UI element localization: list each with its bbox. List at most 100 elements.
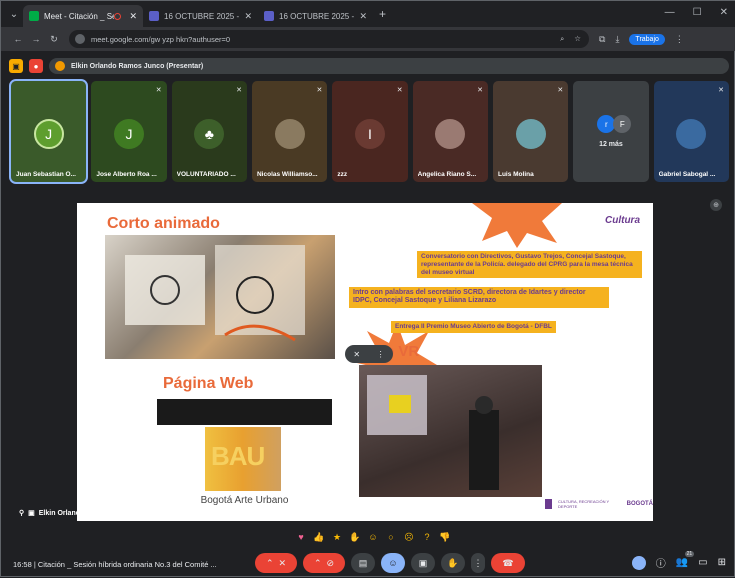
bookmark-star-icon[interactable]: ☆ bbox=[574, 34, 581, 44]
menu-dots-icon[interactable]: ⋮ bbox=[675, 34, 684, 45]
chat-icon[interactable]: ▭ bbox=[698, 557, 707, 568]
close-window-icon[interactable]: ✕ bbox=[720, 7, 728, 18]
pin-icon[interactable]: ⊕ bbox=[710, 199, 722, 211]
presenter-avatar bbox=[55, 61, 65, 71]
sad-reaction-icon[interactable]: ☹ bbox=[403, 531, 415, 543]
slide-title-pagina: Página Web bbox=[163, 375, 254, 392]
footer-logo-text: CULTURA, RECREACIÓN Y DEPORTE bbox=[558, 499, 610, 509]
tab-label: 16 OCTUBRE 2025 - 3ERA REUI bbox=[164, 11, 240, 21]
people-button[interactable]: 👥 21 bbox=[676, 551, 695, 568]
recording-icon bbox=[114, 12, 122, 20]
info-icon[interactable]: ⓘ bbox=[656, 555, 666, 570]
activities-icon[interactable]: ⊞ bbox=[718, 557, 726, 568]
tab-doc-1[interactable]: 16 OCTUBRE 2025 - 3ERA REUI ✕ bbox=[143, 5, 258, 27]
meeting-info: 16:58 | Citación _ Sesión híbrida ordina… bbox=[13, 559, 217, 569]
thumbs-down-reaction-icon[interactable]: 👎 bbox=[439, 531, 451, 543]
record-icon[interactable]: ● bbox=[29, 59, 43, 73]
forward-icon[interactable]: → bbox=[27, 34, 45, 44]
close-tab-icon[interactable]: ✕ bbox=[244, 11, 252, 22]
slide-text-box: Entrega II Premio Museo Abierto de Bogot… bbox=[391, 321, 556, 333]
participant-tile[interactable]: ✕ J Jose Alberto Roa ... bbox=[91, 81, 167, 182]
present-button[interactable]: ▣ bbox=[411, 553, 435, 573]
shared-slide: Corto animado Conversatorio con Directiv… bbox=[77, 203, 653, 521]
participant-tile[interactable]: ✕ ♣ VOLUNTARIADO ... bbox=[171, 81, 247, 182]
avatar-photo bbox=[676, 119, 707, 149]
more-icon[interactable]: ⋮ bbox=[377, 350, 385, 359]
presentation-icon[interactable]: ▣ bbox=[9, 59, 23, 73]
raise-hand-button[interactable]: ✋ bbox=[441, 553, 465, 573]
chevron-up-icon[interactable]: ⌃ bbox=[314, 558, 322, 569]
tab-label: 16 OCTUBRE 2025 - 3ERA REUI bbox=[279, 11, 355, 21]
close-tab-icon[interactable]: ✕ bbox=[129, 11, 137, 22]
bogota-shield-icon bbox=[545, 499, 553, 509]
participant-tile[interactable]: ✕ Angelica Riano S... bbox=[412, 81, 488, 182]
vr-room-illustration bbox=[367, 375, 499, 490]
browser-toolbar: ← → ↻ meet.google.com/gw yzp hkn?authuse… bbox=[1, 27, 735, 51]
thinking-reaction-icon[interactable]: ? bbox=[421, 531, 433, 543]
download-icon[interactable]: ⤓ bbox=[615, 34, 619, 45]
side-panel-controls: ⓘ 👥 21 ▭ ⊞ bbox=[631, 551, 726, 570]
participant-tile[interactable]: ✕ I zzz bbox=[332, 81, 408, 182]
address-bar[interactable]: meet.google.com/gw yzp hkn?authuser=0 ⌕ … bbox=[69, 30, 589, 48]
surprise-reaction-icon[interactable]: ○ bbox=[385, 531, 397, 543]
close-tab-icon[interactable]: ✕ bbox=[359, 11, 367, 22]
presenter-controls-overlay[interactable]: ✕ ⋮ bbox=[345, 345, 393, 363]
maximize-icon[interactable]: ☐ bbox=[693, 7, 702, 18]
avatar: J bbox=[33, 119, 64, 149]
emoji-button[interactable]: ☺ bbox=[381, 553, 405, 573]
mic-off-icon: ✕ bbox=[477, 87, 483, 94]
extensions-icon[interactable]: ⧉ bbox=[599, 34, 605, 45]
vr-photo bbox=[359, 365, 542, 497]
bau-text: BAU bbox=[211, 441, 265, 471]
participant-tile[interactable]: ✕ Luis Molina bbox=[492, 81, 569, 182]
slide-title-corto: Corto animado bbox=[107, 215, 220, 232]
tab-bar: ⌄ Meet - Citación _ Sesión híb ✕ 16 OCTU… bbox=[1, 1, 735, 27]
captions-button[interactable]: ▤ bbox=[351, 553, 375, 573]
footer-logo-text: BOGOTÁ bbox=[626, 501, 653, 507]
doc-favicon-icon bbox=[264, 11, 274, 21]
translate-icon[interactable]: ⌕ bbox=[560, 34, 564, 44]
mic-off-icon[interactable]: ✕ bbox=[353, 350, 360, 359]
pin-icon: ⚲ bbox=[19, 510, 25, 517]
mic-off-icon: ✕ bbox=[278, 557, 287, 568]
participant-strip: J Juan Sebastian O... ✕ J Jose Alberto R… bbox=[8, 79, 729, 184]
screen-share-icon: ▣ bbox=[28, 510, 35, 517]
mic-toggle-button[interactable]: ⌃ ✕ bbox=[255, 553, 297, 573]
tab-doc-2[interactable]: 16 OCTUBRE 2025 - 3ERA REUI ✕ bbox=[258, 5, 373, 27]
participant-tile[interactable]: ✕ Gabriel Sabogal ... bbox=[653, 81, 729, 182]
leave-call-button[interactable]: ☎ bbox=[491, 553, 525, 573]
chevron-up-icon[interactable]: ⌃ bbox=[266, 558, 274, 569]
profile-button[interactable]: Trabajo bbox=[629, 33, 665, 45]
back-icon[interactable]: ← bbox=[9, 34, 27, 44]
party-reaction-icon[interactable]: ★ bbox=[331, 531, 343, 543]
participant-name: Nicolas Williamso... bbox=[256, 171, 318, 178]
gemini-icon[interactable] bbox=[631, 555, 646, 570]
people-count-badge: 21 bbox=[684, 551, 695, 557]
participant-tile[interactable]: ✕ Nicolas Williamso... bbox=[251, 81, 328, 182]
presenter-caption: ⚲ ▣ Elkin Orlando Ramos Junco bbox=[19, 509, 132, 518]
new-tab-icon[interactable]: + bbox=[379, 7, 386, 21]
thumbs-up-reaction-icon[interactable]: 👍 bbox=[313, 531, 325, 543]
tab-meet[interactable]: Meet - Citación _ Sesión híb ✕ bbox=[23, 5, 143, 27]
more-options-button[interactable]: ⋮ bbox=[471, 553, 485, 573]
slide-text-box: Intro con palabras del secretario SCRD, … bbox=[349, 287, 609, 308]
minimize-icon[interactable]: — bbox=[665, 7, 675, 18]
meet-favicon-icon bbox=[29, 11, 39, 21]
avatar-photo bbox=[435, 119, 466, 149]
mic-off-icon: ✕ bbox=[718, 87, 724, 94]
camera-toggle-button[interactable]: ⌃ ⊘ bbox=[303, 553, 345, 573]
tab-search-icon[interactable]: ⌄ bbox=[5, 5, 23, 23]
avatar: J bbox=[113, 119, 144, 149]
site-info-icon[interactable] bbox=[75, 34, 85, 44]
clap-reaction-icon[interactable]: ✋ bbox=[349, 531, 361, 543]
reload-icon[interactable]: ↻ bbox=[45, 34, 63, 45]
participant-tile[interactable]: J Juan Sebastian O... bbox=[8, 79, 89, 184]
more-participants-tile[interactable]: r F 12 más bbox=[573, 81, 649, 182]
heart-reaction-icon[interactable]: ♥ bbox=[295, 531, 307, 543]
avatar-logo-image: ♣ bbox=[194, 119, 225, 149]
laugh-reaction-icon[interactable]: ☺ bbox=[367, 531, 379, 543]
participant-name: VOLUNTARIADO ... bbox=[176, 171, 236, 178]
hand-icon: ✋ bbox=[447, 557, 459, 568]
call-controls: ⌃ ✕ ⌃ ⊘ ▤ ☺ ▣ ✋ ⋮ ☎ bbox=[255, 553, 525, 573]
tab-label: Meet - Citación _ Sesión híb bbox=[44, 11, 115, 21]
